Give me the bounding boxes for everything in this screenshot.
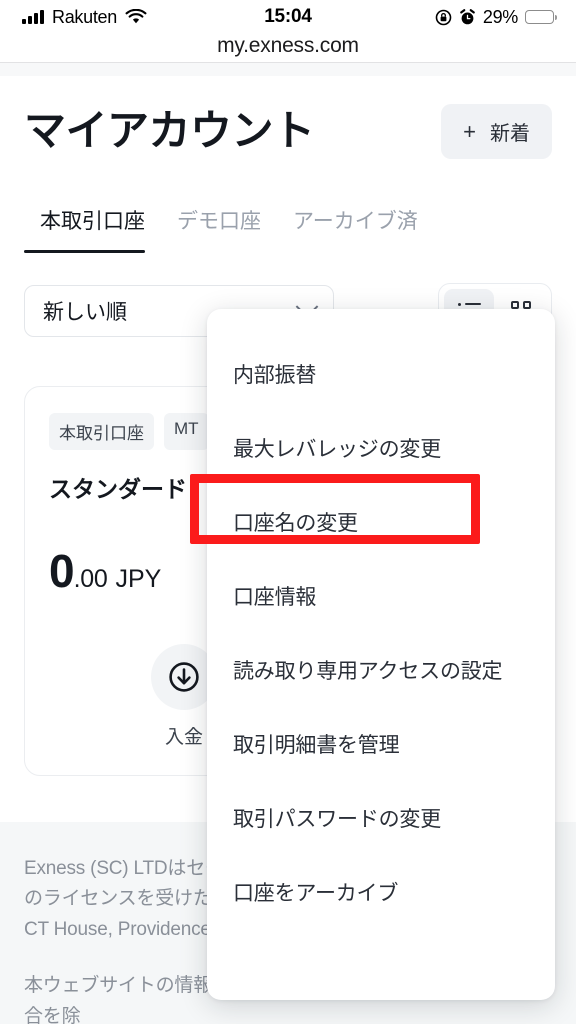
battery-icon xyxy=(525,10,557,24)
alarm-clock-icon xyxy=(459,8,476,26)
status-bar-right: 29% xyxy=(435,6,557,28)
menu-item-rename-account[interactable]: 口座名の変更 xyxy=(207,485,555,559)
page-title: マイアカウント xyxy=(24,107,315,155)
tab-demo-accounts[interactable]: デモ口座 xyxy=(161,205,277,253)
menu-item-internal-transfer[interactable]: 内部振替 xyxy=(207,337,555,411)
deposit-label: 入金 xyxy=(164,727,203,748)
tab-archived-accounts[interactable]: アーカイブ済 xyxy=(277,205,434,253)
status-bar: Rakuten 15:04 29% xyxy=(0,0,576,34)
menu-item-account-information[interactable]: 口座情報 xyxy=(207,559,555,633)
account-badge-platform: MT xyxy=(164,413,209,450)
menu-item-archive-account[interactable]: 口座をアーカイブ xyxy=(207,855,555,929)
page-header: マイアカウント + 新着 xyxy=(0,76,576,159)
rotation-lock-icon xyxy=(435,9,452,26)
add-new-account-button[interactable]: + 新着 xyxy=(441,104,552,159)
browser-url-bar[interactable]: my.exness.com xyxy=(0,34,576,58)
account-badge-type: 本取引口座 xyxy=(49,413,154,450)
account-context-menu: 内部振替 最大レバレッジの変更 口座名の変更 口座情報 読み取り専用アクセスの設… xyxy=(207,309,555,1000)
balance-currency: JPY xyxy=(115,565,162,593)
carrier-label: Rakuten xyxy=(52,6,117,27)
menu-item-change-trading-password[interactable]: 取引パスワードの変更 xyxy=(207,781,555,855)
tab-real-accounts[interactable]: 本取引口座 xyxy=(24,205,161,253)
add-new-account-label: 新着 xyxy=(490,123,530,145)
account-tabs: 本取引口座 デモ口座 アーカイブ済 xyxy=(0,205,576,253)
url-text: my.exness.com xyxy=(217,34,359,57)
status-bar-left: Rakuten xyxy=(22,7,435,28)
battery-percent-label: 29% xyxy=(482,6,518,27)
balance-fraction: .00 xyxy=(73,565,108,593)
menu-item-read-only-access[interactable]: 読み取り専用アクセスの設定 xyxy=(207,633,555,707)
balance-whole: 0 xyxy=(49,545,75,597)
wifi-icon xyxy=(125,9,147,25)
browser-chrome-strip xyxy=(0,63,576,76)
sort-order-value: 新しい順 xyxy=(43,301,127,324)
plus-icon: + xyxy=(463,118,476,144)
menu-item-change-max-leverage[interactable]: 最大レバレッジの変更 xyxy=(207,411,555,485)
menu-item-manage-statements[interactable]: 取引明細書を管理 xyxy=(207,707,555,781)
screen: Rakuten 15:04 29% my.exness.com マイアカウント … xyxy=(0,0,576,1024)
signal-bars-icon xyxy=(22,10,44,24)
